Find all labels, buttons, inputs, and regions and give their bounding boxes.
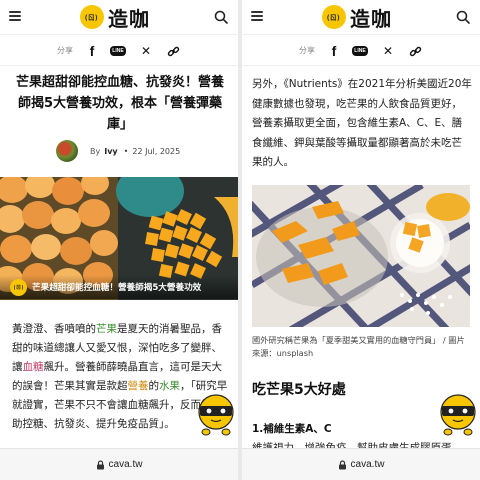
author-name[interactable]: Ivy (104, 147, 117, 156)
mascot-icon[interactable] (196, 392, 236, 436)
line-icon: LINE (352, 46, 368, 56)
url-text: cava.tw (350, 459, 385, 470)
search-icon[interactable] (214, 10, 228, 24)
facebook-icon: f (89, 43, 95, 59)
left-screen: (ㄖ) 造咖 分享 f LINE ✕ 芒果超甜卻能控血糖、抗發炎！營養師揭5大營… (0, 0, 238, 480)
byline-separator: • (123, 146, 129, 156)
line-icon: LINE (110, 46, 126, 56)
logo-face-icon: (ㄖ) (322, 5, 346, 29)
text-run: 黃澄澄、香噴噴的 (12, 323, 96, 335)
logo-text: 造咖 (350, 6, 392, 31)
top-header: (ㄖ) 造咖 (242, 0, 480, 34)
mascot-icon[interactable] (438, 392, 478, 436)
top-header: (ㄖ) 造咖 (0, 0, 238, 34)
link-icon (167, 46, 179, 56)
share-bar: 分享 f LINE ✕ (242, 34, 480, 66)
publish-date: 22 Jul, 2025 (132, 146, 181, 156)
hero-banner: (ㄖ) 芒果超甜卻能控血糖！營養師揭5大營養功效 (0, 275, 238, 299)
article-photo (252, 185, 470, 327)
banner-logo-icon: (ㄖ) (10, 278, 27, 296)
right-screen: (ㄖ) 造咖 分享 f LINE ✕ 另外，《Nutrients》在2021年分… (242, 0, 480, 480)
browser-address-bar[interactable]: cava.tw (242, 448, 480, 480)
facebook-icon: f (331, 43, 337, 59)
lock-icon (96, 459, 104, 469)
line-share-button[interactable]: LINE (108, 41, 128, 61)
share-label: 分享 (299, 46, 315, 55)
facebook-share-button[interactable]: f (82, 41, 102, 61)
article-title: 芒果超甜卻能控血糖、抗發炎！營養師揭5大營養功效，根本「營養彈藥庫」 (15, 75, 224, 132)
share-bar: 分享 f LINE ✕ (0, 34, 238, 66)
mango-link[interactable]: 芒果 (96, 323, 117, 335)
x-icon: ✕ (382, 44, 394, 58)
menu-icon[interactable] (9, 11, 21, 21)
byline: By Ivy • 22 Jul, 2025 (56, 139, 180, 163)
search-icon[interactable] (456, 10, 470, 24)
link-icon (409, 46, 421, 56)
x-share-button[interactable]: ✕ (378, 41, 398, 61)
hero-banner-text: 芒果超甜卻能控血糖！營養師揭5大營養功效 (32, 283, 202, 293)
share-label: 分享 (57, 46, 73, 55)
site-logo[interactable]: (ㄖ) 造咖 (322, 3, 392, 31)
line-share-button[interactable]: LINE (350, 41, 370, 61)
browser-address-bar[interactable]: cava.tw (0, 448, 238, 480)
photo-caption: 國外研究稱芒果為「夏季甜美又實用的血糖守門員」 / 圖片來源：unsplash (252, 335, 465, 358)
logo-text: 造咖 (108, 6, 150, 31)
logo-face-icon: (ㄖ) (80, 5, 104, 29)
url-text: cava.tw (108, 459, 143, 470)
fruit-link[interactable]: 水果 (159, 380, 180, 392)
section-heading: 吃芒果5大好處 (252, 382, 346, 398)
facebook-share-button[interactable]: f (324, 41, 344, 61)
x-icon: ✕ (140, 44, 152, 58)
lock-icon (338, 459, 346, 469)
copy-link-button[interactable] (163, 41, 183, 61)
by-label: By (90, 146, 101, 156)
copy-link-button[interactable] (405, 41, 425, 61)
author-avatar[interactable] (56, 140, 78, 162)
truncated-paragraph: 維護視力、增強免疫、幫助皮膚生成膠原蛋 (252, 439, 472, 448)
site-logo[interactable]: (ㄖ) 造咖 (80, 3, 150, 31)
article-paragraph: 另外，《Nutrients》在2021年分析美國近20年健康數據也發現，吃芒果的… (252, 78, 472, 168)
text-run: 的 (148, 380, 160, 392)
subsection-heading: 1.補維生素A、C (252, 423, 332, 435)
blood-sugar-link[interactable]: 血糖 (23, 361, 44, 373)
truncated-text: 維護視力、增強免疫、幫助皮膚生成膠原蛋 (252, 442, 452, 448)
menu-icon[interactable] (251, 11, 263, 21)
mango-dessert-photo (252, 185, 470, 327)
x-share-button[interactable]: ✕ (136, 41, 156, 61)
nutrition-link[interactable]: 營養 (128, 380, 149, 392)
